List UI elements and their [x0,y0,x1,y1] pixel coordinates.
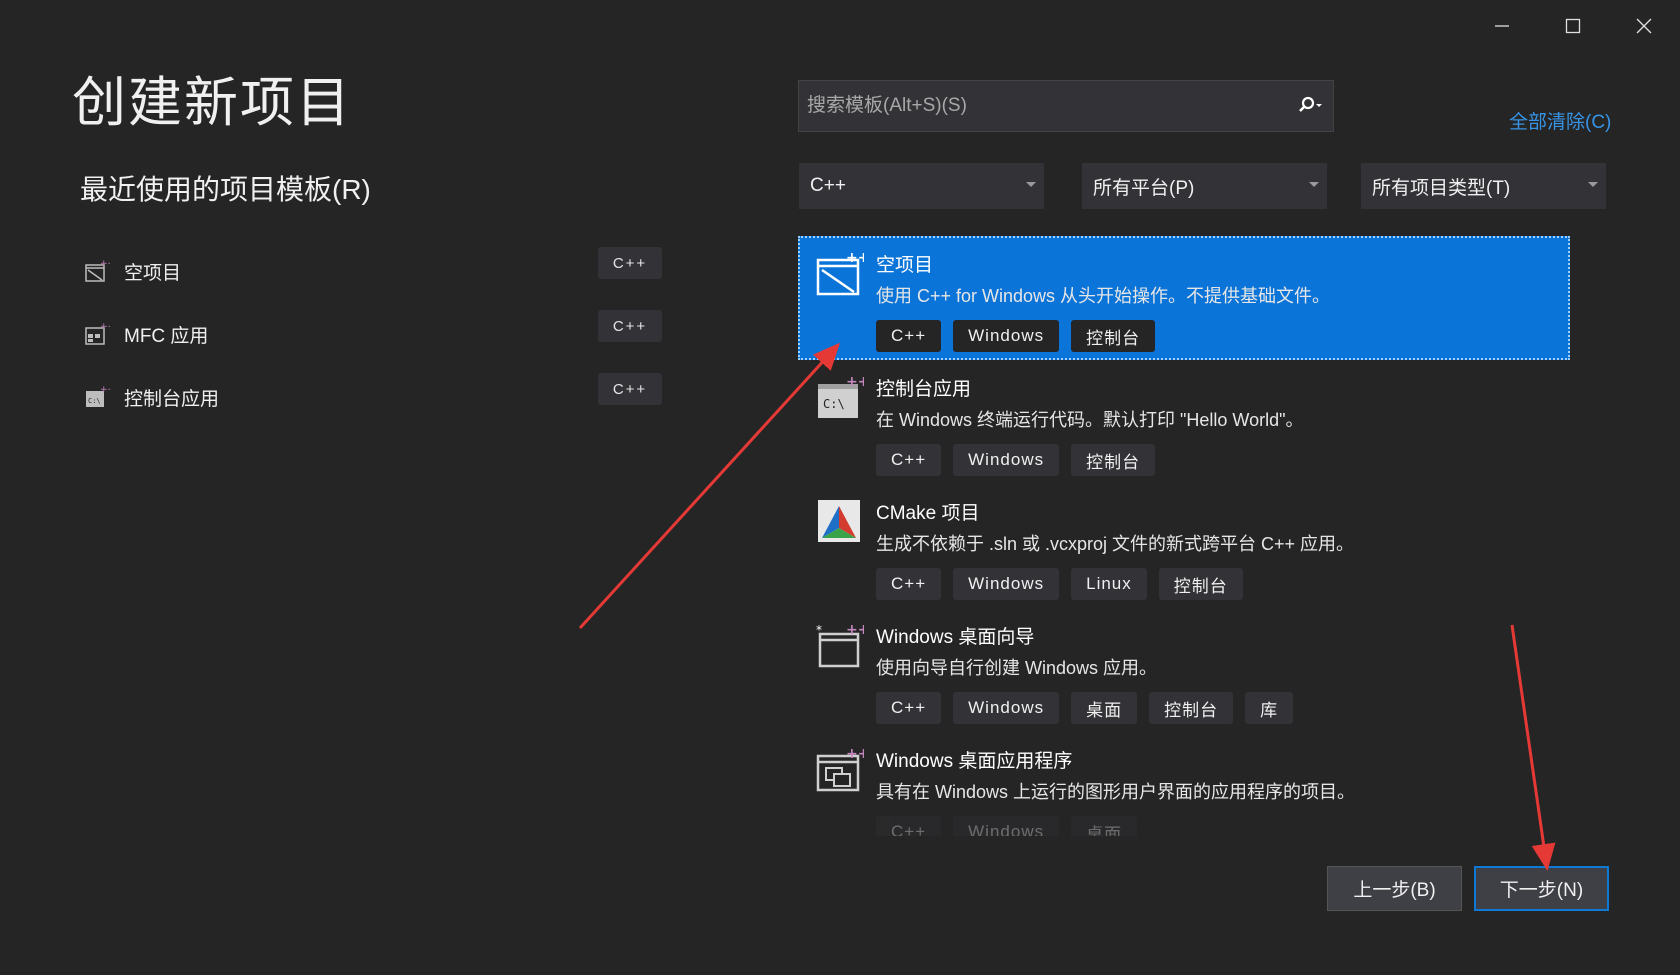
desktop-app-icon: ++ [816,746,864,792]
template-tags: C++ Windows 桌面 控制台 库 [876,692,1570,724]
language-tag: C++ [598,247,662,279]
search-input[interactable] [799,81,1287,131]
svg-text:++: ++ [846,746,864,762]
svg-text:++: ++ [846,374,864,390]
template-name: 控制台应用 [876,379,972,400]
template-list: ++ 空项目 使用 C++ for Windows 从头开始操作。不提供基础文件… [798,236,1570,836]
mfc-app-icon: ++ [85,322,110,345]
template-tag: Windows [953,444,1060,476]
template-tags: C++ Windows 控制台 [876,444,1570,476]
language-filter-dropdown[interactable]: C++ [799,163,1044,209]
template-description: 使用向导自行创建 Windows 应用。 [876,658,1158,678]
empty-project-icon: ++ [85,259,110,282]
template-console-app[interactable]: C:\ ++ 控制台应用 在 Windows 终端运行代码。默认打印 "Hell… [798,360,1570,484]
template-tag: 控制台 [1071,444,1156,476]
template-tag: 桌面 [1071,816,1138,836]
console-app-icon: C:\ ++ [818,374,864,418]
close-icon [1636,18,1652,34]
template-tag: 控制台 [1149,692,1234,724]
template-desktop-app[interactable]: ++ Windows 桌面应用程序 具有在 Windows 上运行的图形用户界面… [798,732,1570,836]
svg-text:++: ++ [846,250,864,266]
template-tag: Windows [953,692,1060,724]
chevron-down-icon [1026,182,1036,187]
svg-text:++: ++ [846,622,864,638]
template-tag: Windows [953,320,1060,352]
empty-project-icon: ++ [816,250,864,296]
project-type-filter-value: 所有项目类型(T) [1372,177,1511,199]
template-tags: C++ Windows 桌面 [876,816,1570,836]
svg-text:C:\: C:\ [823,397,845,411]
template-tag: C++ [876,816,942,836]
back-button[interactable]: 上一步(B) [1327,866,1462,911]
page-title: 创建新项目 [72,73,352,133]
recent-item-label: MFC 应用 [124,326,209,347]
clear-all-link[interactable]: 全部清除(C) [1509,107,1611,134]
template-name: 空项目 [876,255,934,276]
svg-text:++: ++ [100,259,110,269]
template-tag: 控制台 [1071,320,1156,352]
template-name: Windows 桌面应用程序 [876,751,1073,772]
next-button[interactable]: 下一步(N) [1474,866,1609,911]
template-tag: 控制台 [1158,568,1243,600]
template-tag: 库 [1245,692,1294,724]
language-filter-value: C++ [810,175,846,196]
recent-templates-list: ++ 空项目 C++ ++ MFC 应用 C++ C:\ ++ 控制台应用 C+ [80,240,662,429]
template-tag: C++ [876,692,942,724]
recent-item-label: 空项目 [124,263,182,284]
maximize-icon [1565,18,1581,34]
template-name: Windows 桌面向导 [876,627,1035,648]
template-search-box [798,80,1334,132]
recent-item-mfc-app[interactable]: ++ MFC 应用 C++ [80,303,662,366]
template-tag: C++ [876,568,942,600]
search-icon [1299,96,1322,112]
template-description: 具有在 Windows 上运行的图形用户界面的应用程序的项目。 [876,782,1356,802]
svg-text:C:\: C:\ [88,397,101,405]
recent-templates-heading: 最近使用的项目模板(R) [80,174,371,205]
recent-item-console-app[interactable]: C:\ ++ 控制台应用 C++ [80,366,662,429]
template-desktop-wizard[interactable]: * ++ Windows 桌面向导 使用向导自行创建 Windows 应用。 C… [798,608,1570,732]
template-name: CMake 项目 [876,503,980,524]
template-description: 在 Windows 终端运行代码。默认打印 "Hello World"。 [876,410,1304,430]
minimize-button[interactable] [1472,8,1532,44]
template-tags: C++ Windows 控制台 [876,320,1570,352]
template-description: 生成不依赖于 .sln 或 .vcxproj 文件的新式跨平台 C++ 应用。 [876,534,1355,554]
template-tag: Linux [1071,568,1147,600]
maximize-button[interactable] [1543,8,1603,44]
chevron-down-icon [1309,182,1319,187]
cmake-icon [818,500,860,542]
language-tag: C++ [598,373,662,405]
template-tag: Windows [953,816,1060,836]
svg-text:++: ++ [100,322,110,332]
search-button[interactable] [1287,81,1333,131]
minimize-icon [1495,25,1509,27]
desktop-wizard-icon: * ++ [816,622,864,668]
template-tags: C++ Windows Linux 控制台 [876,568,1570,600]
recent-item-label: 控制台应用 [124,389,220,410]
template-tag: C++ [876,444,942,476]
console-app-icon: C:\ ++ [86,385,110,407]
template-tag: 桌面 [1071,692,1138,724]
language-tag: C++ [598,310,662,342]
template-description: 使用 C++ for Windows 从头开始操作。不提供基础文件。 [876,286,1331,306]
template-empty-project[interactable]: ++ 空项目 使用 C++ for Windows 从头开始操作。不提供基础文件… [798,236,1570,360]
recent-item-empty-project[interactable]: ++ 空项目 C++ [80,240,662,303]
close-button[interactable] [1614,8,1674,44]
svg-text:++: ++ [100,385,110,395]
platform-filter-dropdown[interactable]: 所有平台(P) [1082,163,1327,209]
template-tag: C++ [876,320,942,352]
create-project-window: 创建新项目 最近使用的项目模板(R) ++ 空项目 C++ ++ MFC 应用 … [0,0,1680,975]
platform-filter-value: 所有平台(P) [1093,177,1195,199]
project-type-filter-dropdown[interactable]: 所有项目类型(T) [1361,163,1606,209]
svg-text:*: * [816,623,822,637]
template-tag: Windows [953,568,1060,600]
template-cmake-project[interactable]: CMake 项目 生成不依赖于 .sln 或 .vcxproj 文件的新式跨平台… [798,484,1570,608]
chevron-down-icon [1588,182,1598,187]
